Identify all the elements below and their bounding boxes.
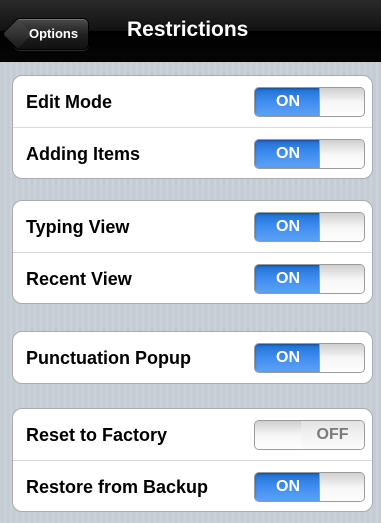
toggle-knob[interactable] [319, 265, 364, 293]
typing-view-toggle[interactable]: ON [254, 212, 365, 242]
settings-group-backup: Reset to Factory OFF Restore from Backup… [12, 408, 373, 512]
reset-to-factory-toggle[interactable]: OFF [254, 420, 365, 450]
punctuation-popup-toggle[interactable]: ON [254, 343, 365, 373]
edit-mode-toggle[interactable]: ON [254, 87, 365, 117]
back-button-label: Options [29, 26, 79, 41]
page-title: Restrictions [127, 18, 249, 41]
toggle-knob[interactable] [319, 473, 364, 501]
setting-label: Reset to Factory [26, 425, 168, 445]
setting-label: Restore from Backup [26, 477, 209, 497]
toggle-on-label: ON [255, 140, 321, 168]
restore-from-backup-toggle[interactable]: ON [254, 472, 365, 502]
toggle-on-label: ON [255, 88, 321, 116]
setting-row-typing-view: Typing View ON [13, 201, 372, 252]
toggle-knob[interactable] [319, 88, 364, 116]
toggle-on-label: ON [255, 213, 321, 241]
back-button[interactable]: Options [14, 18, 90, 50]
toggle-on-label: ON [255, 344, 321, 372]
settings-group-editing: Edit Mode ON Adding Items ON [12, 75, 373, 179]
setting-label: Adding Items [26, 144, 141, 164]
toggle-on-label: ON [255, 265, 321, 293]
setting-row-punctuation-popup: Punctuation Popup ON [13, 332, 372, 383]
setting-label: Recent View [26, 269, 132, 289]
toggle-knob[interactable] [319, 140, 364, 168]
setting-row-recent-view: Recent View ON [13, 252, 372, 303]
settings-group-views: Typing View ON Recent View ON [12, 200, 373, 304]
setting-row-edit-mode: Edit Mode ON [13, 76, 372, 127]
settings-group-punctuation: Punctuation Popup ON [12, 331, 373, 384]
toggle-off-label: OFF [301, 421, 364, 449]
toggle-knob[interactable] [255, 421, 302, 449]
toggle-knob[interactable] [319, 344, 364, 372]
toggle-knob[interactable] [319, 213, 364, 241]
setting-label: Edit Mode [26, 92, 112, 112]
navigation-bar: Options Restrictions [0, 0, 381, 62]
setting-row-restore-from-backup: Restore from Backup ON [13, 460, 372, 511]
setting-label: Punctuation Popup [26, 348, 191, 368]
setting-label: Typing View [26, 217, 130, 237]
setting-row-adding-items: Adding Items ON [13, 127, 372, 178]
toggle-on-label: ON [255, 473, 321, 501]
recent-view-toggle[interactable]: ON [254, 264, 365, 294]
adding-items-toggle[interactable]: ON [254, 139, 365, 169]
setting-row-reset-to-factory: Reset to Factory OFF [13, 409, 372, 460]
